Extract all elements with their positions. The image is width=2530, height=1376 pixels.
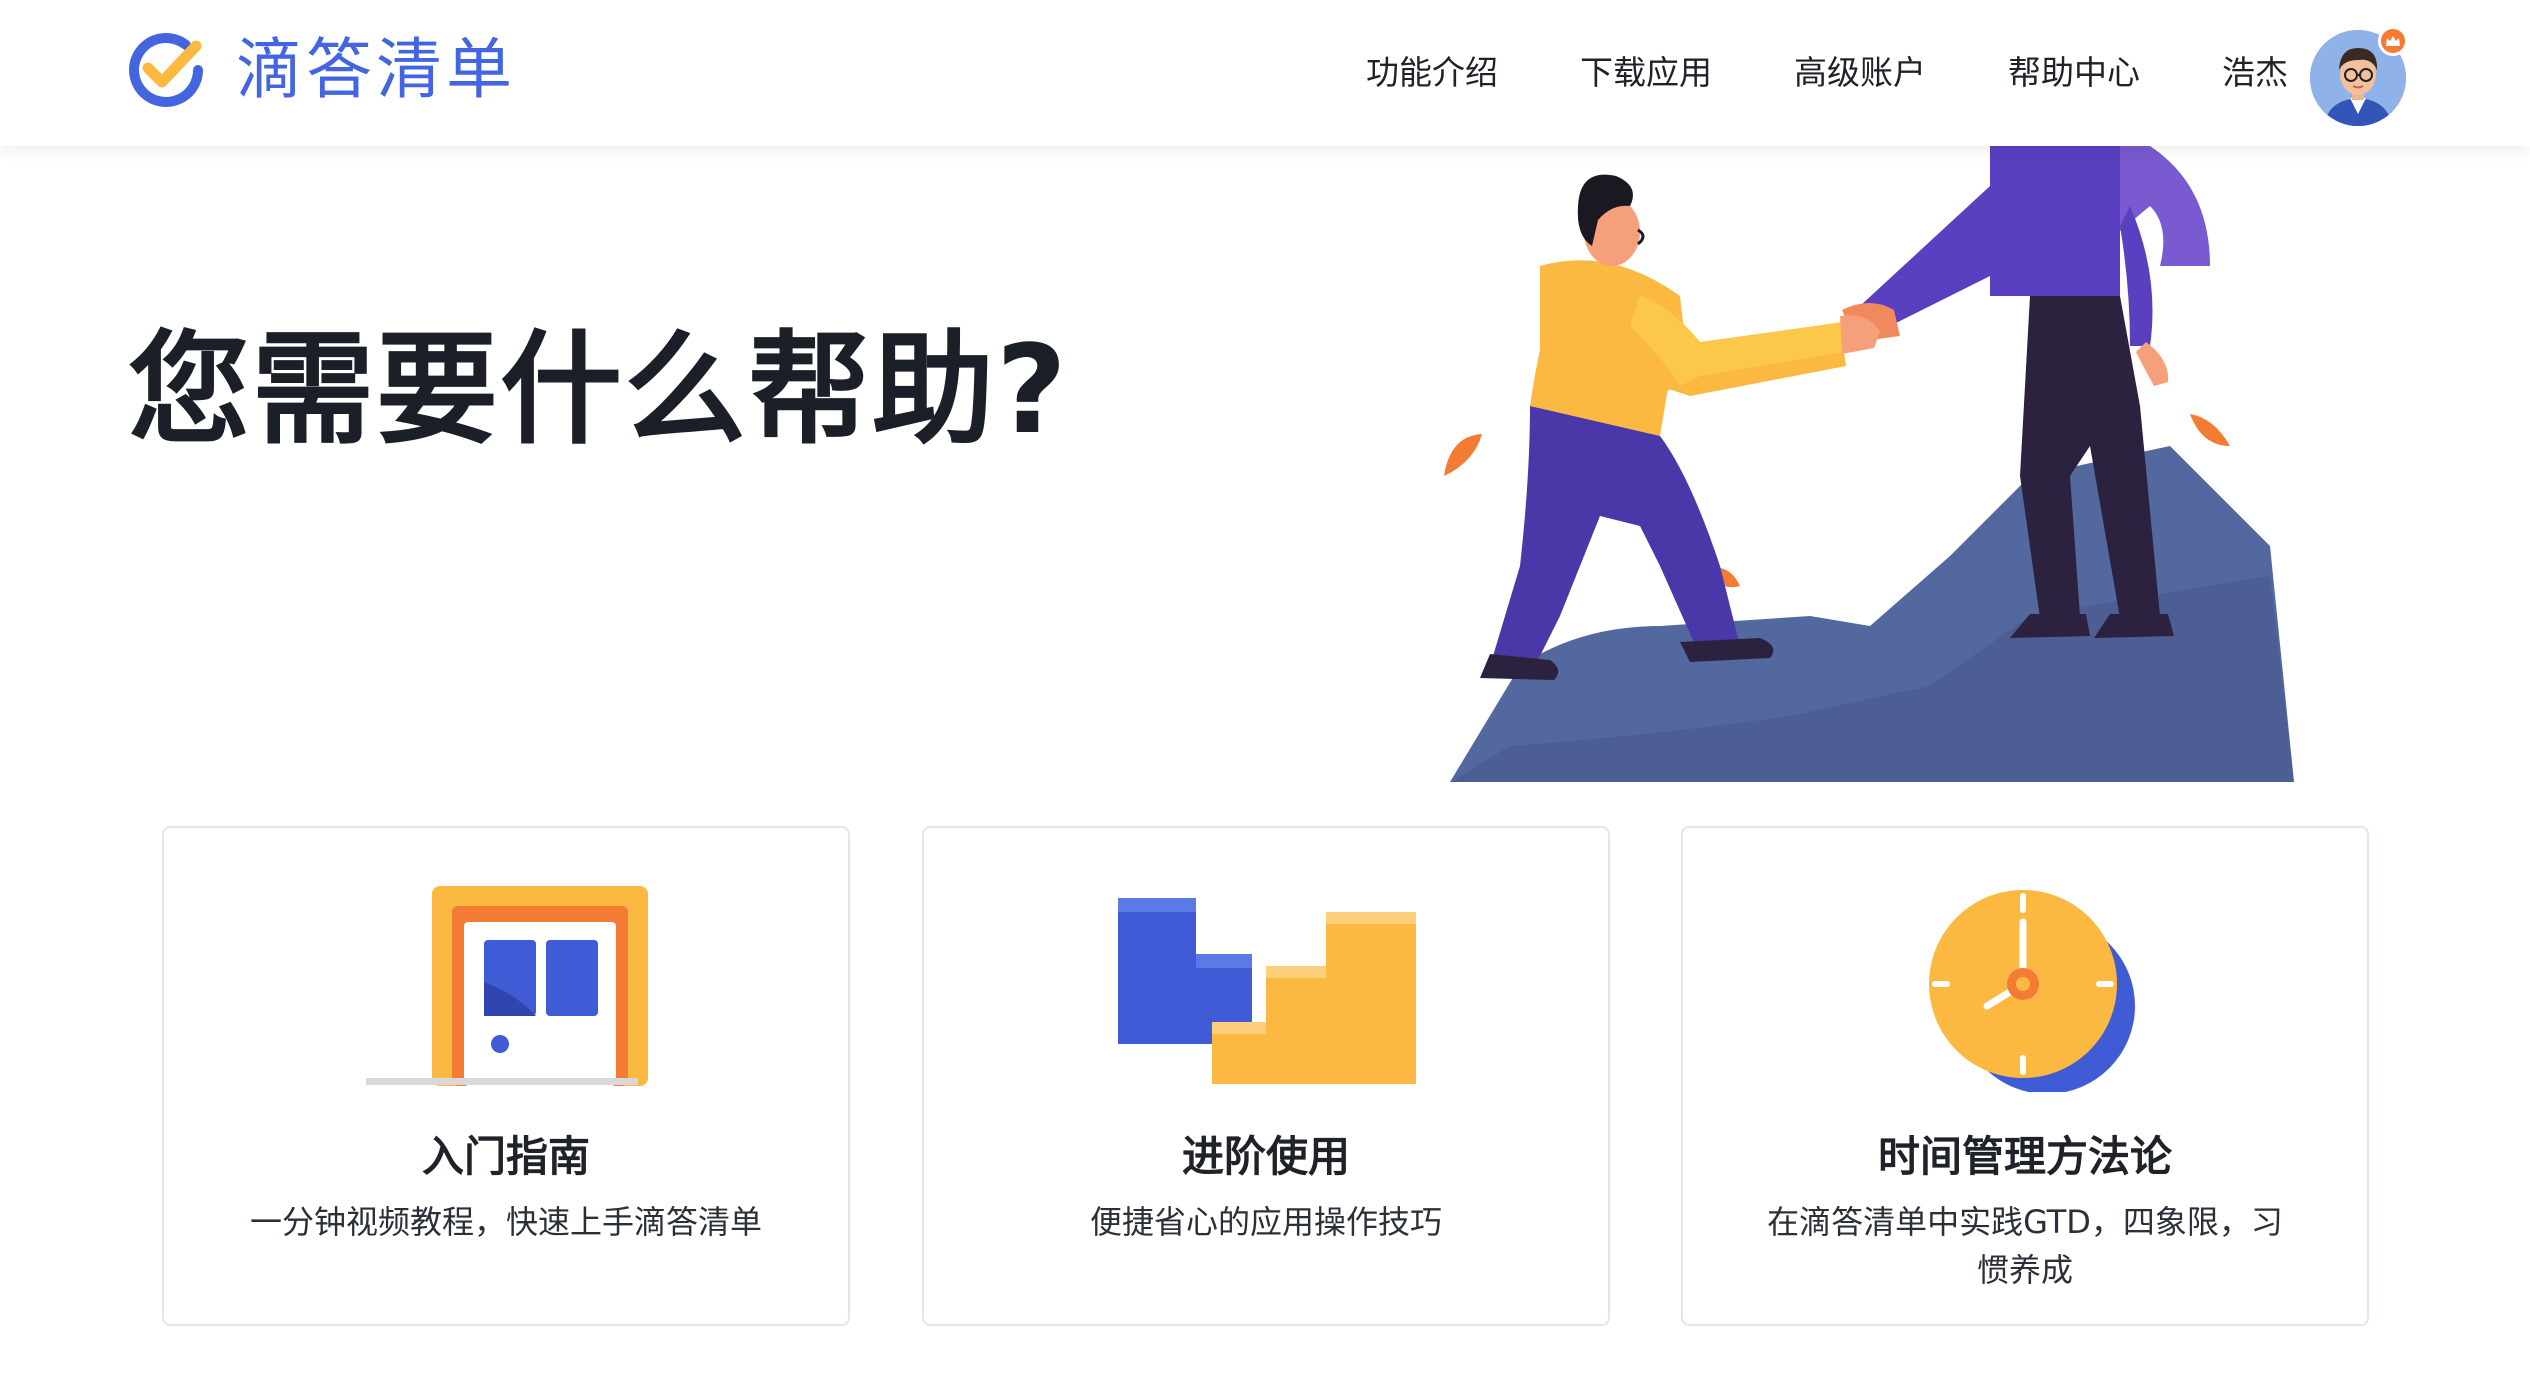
nav-features[interactable]: 功能介绍 — [1366, 48, 1498, 98]
page-title: 您需要什么帮助? — [128, 319, 1069, 461]
top-header: 滴答清单 功能介绍 下载应用 高级账户 帮助中心 浩杰 — [0, 0, 2530, 146]
steps-blocks-icon — [1118, 898, 1416, 1084]
clock-icon — [1929, 890, 2135, 1092]
crown-icon — [2386, 36, 2400, 46]
card-advanced-usage[interactable]: 进阶使用 便捷省心的应用操作技巧 — [922, 826, 1610, 1326]
main-nav: 功能介绍 下载应用 高级账户 帮助中心 浩杰 — [1366, 48, 2288, 98]
handshake-illustration — [1444, 146, 2294, 782]
card-title: 时间管理方法论 — [1877, 1132, 2172, 1181]
nav-help-center[interactable]: 帮助中心 — [2008, 48, 2140, 98]
check-circle-icon — [129, 33, 203, 107]
nav-user-name[interactable]: 浩杰 — [2222, 48, 2288, 98]
card-title: 入门指南 — [421, 1132, 590, 1181]
card-getting-started[interactable]: 入门指南 一分钟视频教程，快速上手滴答清单 — [162, 826, 850, 1326]
brand-name: 滴答清单 — [236, 31, 516, 108]
nav-premium[interactable]: 高级账户 — [1794, 48, 1926, 98]
card-description: 在滴答清单中实践GTD，四象限，习惯养成 — [1767, 1203, 2283, 1289]
door-icon — [366, 886, 648, 1086]
nav-download[interactable]: 下载应用 — [1580, 48, 1712, 98]
card-time-management[interactable]: 时间管理方法论 在滴答清单中实践GTD，四象限，习惯养成 — [1681, 826, 2369, 1326]
card-description: 一分钟视频教程，快速上手滴答清单 — [249, 1203, 762, 1241]
brand-logo[interactable]: 滴答清单 — [122, 26, 516, 114]
card-title: 进阶使用 — [1181, 1132, 1350, 1181]
card-description: 便捷省心的应用操作技巧 — [1089, 1203, 1442, 1241]
crown-badge — [2378, 26, 2408, 56]
